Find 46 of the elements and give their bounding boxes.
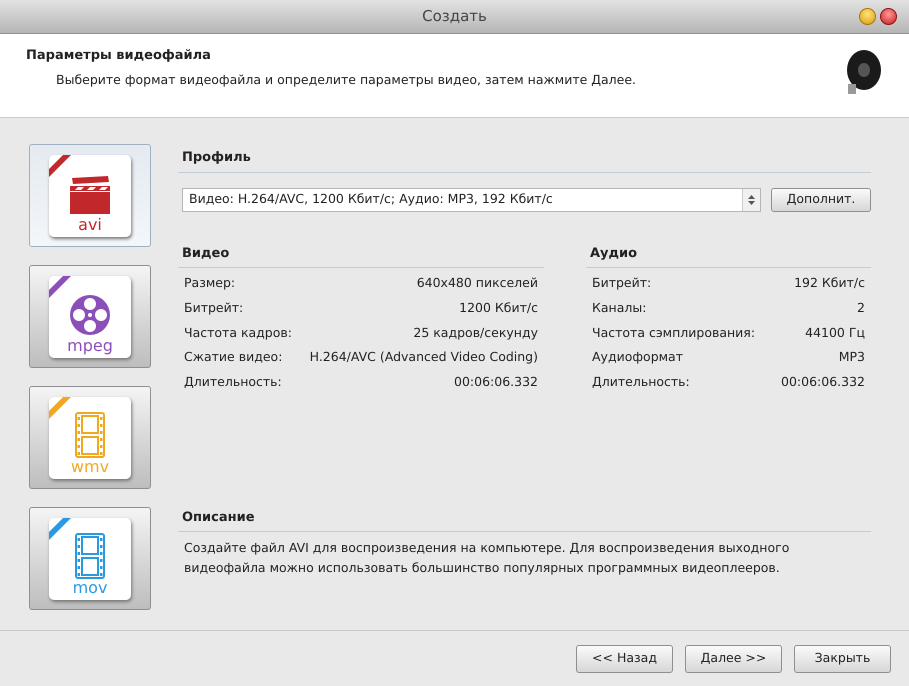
property-label: Битрейт: [184, 298, 244, 317]
header-subtitle: Выберите формат видеофайла и определите параметры видео, затем нажмите Далее. [56, 70, 636, 89]
section-heading: Аудио [586, 244, 871, 268]
close-button[interactable] [880, 8, 897, 25]
property-label: Длительность: [592, 373, 690, 391]
property-value: 25 кадров/секунду [413, 324, 538, 342]
minimize-button[interactable] [859, 8, 876, 25]
property-label: Аудиоформат [592, 348, 684, 366]
format-label: mpeg [67, 336, 113, 354]
property-value: 192 Кбит/с [794, 274, 865, 292]
format-tile[interactable]: mpeg [29, 265, 151, 368]
format-label: avi [78, 216, 102, 234]
property-label: Размер: [184, 274, 236, 292]
section-heading: Профиль [178, 148, 871, 172]
profile-dropdown[interactable]: Видео: H.264/AVC, 1200 Кбит/с; Аудио: MP3, 192 Кбит/с [182, 188, 761, 212]
property-label: Частота кадров: [184, 324, 292, 342]
footer-button[interactable]: << Назад [576, 644, 673, 672]
property-value: 1200 Кбит/с [459, 298, 538, 317]
property-label: Битрейт: [592, 274, 652, 292]
section-heading: Описание [178, 508, 871, 532]
footer-button[interactable]: Далее >> [685, 644, 782, 672]
spinner-arrows-icon [742, 188, 760, 210]
format-tile[interactable]: avi [29, 144, 151, 247]
header-title: Параметры видеофайла [26, 47, 212, 65]
film-reel-icon [68, 292, 112, 336]
property-label: Частота сэмплирования: [592, 324, 756, 342]
advanced-button[interactable]: Дополнит. [771, 188, 871, 212]
property-value: 640x480 пикселей [416, 274, 538, 292]
property-label: Каналы: [592, 298, 646, 317]
format-label: wmv [70, 458, 110, 476]
property-value: 44100 Гц [805, 324, 865, 342]
property-label: Сжатие видео: [184, 348, 282, 366]
format-label: mov [72, 578, 108, 596]
clapperboard-icon [68, 176, 112, 216]
property-value: 2 [857, 298, 865, 317]
film-strip-icon [75, 532, 105, 578]
film-strip-icon [75, 412, 105, 458]
description-text: Создайте файл AVI для воспроизведения на компьютере. Для воспроизведения выходного видеофайла можно использовать большинство популярных программных видеоплееров. [183, 539, 790, 578]
property-label: Длительность: [184, 373, 282, 391]
window-title: Создать [422, 6, 487, 28]
footer-button[interactable]: Закрыть [794, 644, 891, 672]
property-value: 00:06:06.332 [454, 373, 538, 391]
section-heading: Видео [178, 244, 544, 268]
property-value: H.264/AVC (Advanced Video Coding) [310, 348, 538, 366]
property-value: MP3 [838, 348, 865, 366]
property-value: 00:06:06.332 [781, 373, 865, 391]
